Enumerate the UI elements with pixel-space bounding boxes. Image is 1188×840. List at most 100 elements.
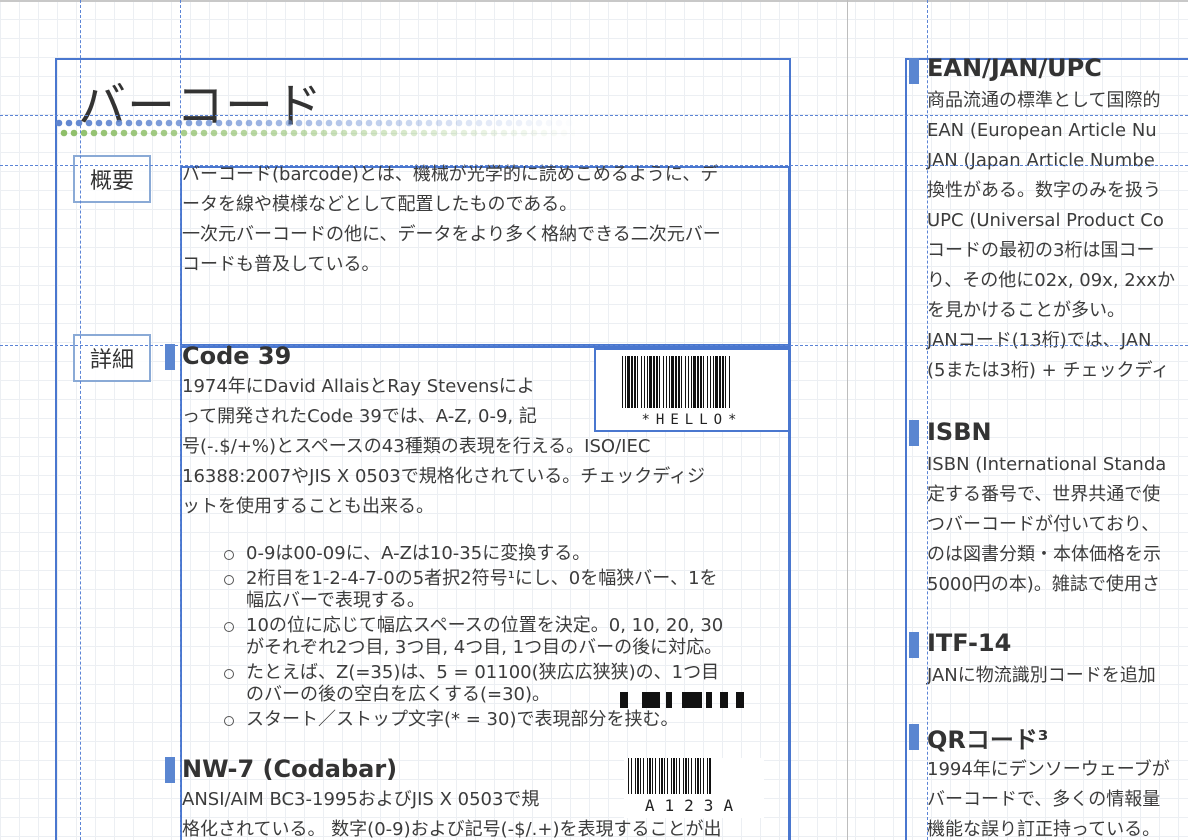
barcode-bar [722, 356, 724, 408]
layout-guide [927, 0, 928, 840]
decor-dot [430, 129, 438, 137]
layout-guide [0, 345, 1188, 346]
decor-dot [475, 119, 483, 127]
decor-dot [125, 119, 133, 127]
decor-dot [370, 129, 378, 137]
decor-dot [325, 119, 333, 127]
barcode-bar [707, 356, 708, 408]
decor-dot [335, 119, 343, 127]
detail-label: 詳細 [73, 334, 151, 382]
decor-dot [380, 129, 388, 137]
decor-dot [500, 129, 508, 137]
decor-dot [180, 129, 188, 137]
decor-dot [550, 129, 558, 137]
heading-marker [165, 344, 175, 370]
decor-dot [175, 119, 183, 127]
decor-dot [345, 119, 353, 127]
decor-dot [420, 129, 428, 137]
title-dot-underline [55, 119, 568, 137]
decor-dot [245, 119, 253, 127]
overview-label: 概要 [73, 155, 151, 203]
decor-dot [450, 129, 458, 137]
decor-dot [340, 129, 348, 137]
qr-heading: QRコード³ [927, 726, 1049, 754]
nw7-line: 格化されている。 数字(0-9)および記号(-$/.+)を表現することが出 [182, 819, 722, 840]
qr-text: 1994年にデンソーウェーブが バーコードで、多くの情報量 機能な誤り訂正持って… [927, 759, 1170, 840]
decor-dot [360, 129, 368, 137]
decor-dot [385, 119, 393, 127]
decor-dot [390, 129, 398, 137]
list-item: 2桁目を1-2-4-7-0の5者択2符号¹にし、0を幅狭バー、1を 幅広バーで表現… [224, 568, 723, 612]
overview-text: バーコード(barcode)とは、機械が光学的に読めこめるように、デ ータを線や… [182, 160, 721, 280]
decor-dot [545, 119, 553, 127]
decor-dot [465, 119, 473, 127]
barcode-bar [713, 356, 714, 408]
decor-dot [270, 129, 278, 137]
decor-dot [95, 119, 103, 127]
list-item: 10の位に応じて幅広スペースの位置を決定。0, 10, 20, 30 がそれぞれ2… [224, 615, 723, 659]
overview-line: コードも普及している。 [182, 254, 380, 275]
decor-dot [290, 129, 298, 137]
decor-dot [230, 129, 238, 137]
isbn-text: ISBN (International Standa 定する番号で、世界共通で使… [927, 454, 1167, 595]
list-item: スタート／ストップ文字(* = 30)で表現部分を挟む。 [224, 709, 723, 731]
heading-marker [909, 724, 919, 750]
nw7-heading: NW-7 (Codabar) [182, 755, 398, 783]
decor-dot [295, 119, 303, 127]
decor-dot [130, 129, 138, 137]
decor-dot [170, 129, 178, 137]
decor-dot [495, 119, 503, 127]
decor-dot [315, 119, 323, 127]
decor-dot [275, 119, 283, 127]
heading-marker [909, 420, 919, 446]
decor-dot [445, 119, 453, 127]
barcode-bar [725, 356, 726, 408]
decor-dot [55, 119, 63, 127]
decor-dot [490, 129, 498, 137]
decor-dot [225, 119, 233, 127]
decor-dot [60, 129, 68, 137]
code39-line: 号(-.$/+%)とスペースの43種類の表現を行える。ISO/IEC [182, 436, 651, 457]
decor-dot [425, 119, 433, 127]
page-top-border [0, 0, 1188, 2]
decor-dot [120, 129, 128, 137]
code39-text: 1974年にDavid AllaisとRay Stevensによ って開発された… [182, 372, 705, 522]
decor-dot [555, 119, 563, 127]
decor-dot [235, 119, 243, 127]
layout-guide [0, 165, 1188, 166]
decor-dot [150, 129, 158, 137]
example-bar-pattern [620, 692, 744, 708]
decor-dot [145, 119, 153, 127]
decor-dot [485, 119, 493, 127]
decor-dot [405, 119, 413, 127]
barcode-bar [719, 356, 721, 408]
decor-dot [280, 129, 288, 137]
decor-dot [510, 129, 518, 137]
decor-dot [395, 119, 403, 127]
itf-text: JANに物流識別コードを追加 [927, 665, 1156, 686]
ean-text: 商品流通の標準として国際的 EAN (European Article Nu J… [927, 90, 1176, 381]
decor-dot [75, 119, 83, 127]
overview-line: ータを線や模様などとして配置したものである。 [182, 194, 578, 215]
code39-line: 1974年にDavid AllaisとRay Stevensによ [182, 376, 535, 397]
decor-dot [310, 129, 318, 137]
heading-marker [909, 632, 919, 658]
decor-dot [250, 129, 258, 137]
decor-dot [505, 119, 513, 127]
code39-heading: Code 39 [182, 342, 292, 370]
decor-dot [195, 119, 203, 127]
decor-dot [470, 129, 478, 137]
decor-dot [435, 119, 443, 127]
decor-dot [320, 129, 328, 137]
itf-heading: ITF-14 [927, 629, 1012, 657]
decor-dot [560, 129, 568, 137]
decor-dot [220, 129, 228, 137]
decor-dot [215, 119, 223, 127]
decor-dot [285, 119, 293, 127]
decor-dot [525, 119, 533, 127]
decor-dot [460, 129, 468, 137]
heading-marker [165, 757, 175, 783]
decor-dot [535, 119, 543, 127]
code39-line: ットを使用することも出来る。 [182, 496, 434, 517]
decor-dot [140, 129, 148, 137]
